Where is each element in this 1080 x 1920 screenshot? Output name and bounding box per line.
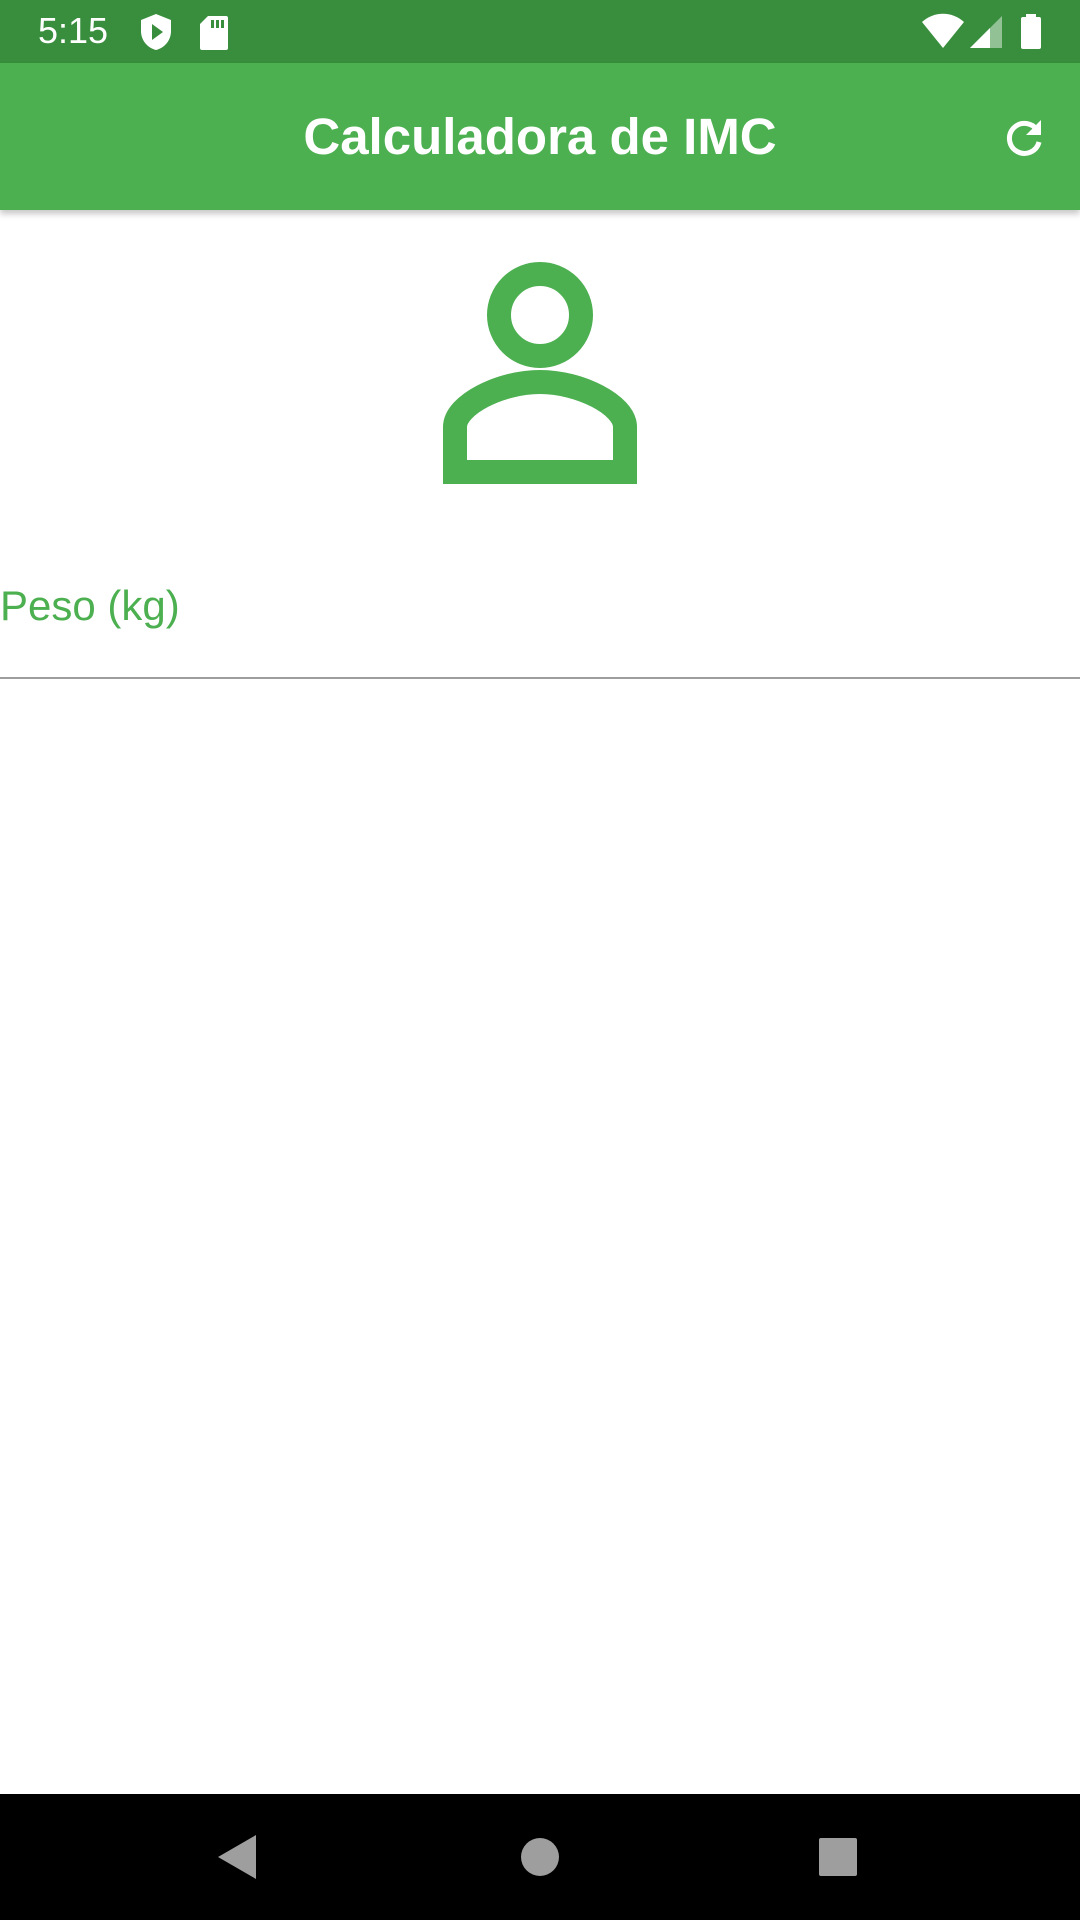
- status-time: 5:15: [38, 10, 109, 51]
- cell-signal-icon: [968, 12, 1004, 52]
- back-icon: [218, 1835, 256, 1879]
- wifi-icon: [920, 12, 966, 52]
- battery-icon: [1018, 12, 1044, 52]
- person-outline-icon: [420, 250, 660, 490]
- app-bar: Calculadora de IMC: [0, 63, 1080, 210]
- screen: 5:15 Calculadora de IMC Peso (kg): [0, 0, 1080, 1920]
- refresh-icon: [1006, 120, 1042, 156]
- refresh-button[interactable]: [990, 103, 1060, 173]
- weight-field[interactable]: Peso (kg): [0, 560, 1080, 680]
- home-icon: [521, 1838, 559, 1876]
- recents-button[interactable]: [808, 1827, 868, 1887]
- weight-underline: [0, 677, 1080, 679]
- nav-bar: [0, 1794, 1080, 1920]
- status-bar: 5:15: [0, 0, 1080, 63]
- recents-icon: [819, 1838, 857, 1876]
- back-button[interactable]: [208, 1827, 268, 1887]
- sd-card-icon: [198, 12, 234, 52]
- app-title: Calculadora de IMC: [303, 108, 777, 165]
- home-button[interactable]: [510, 1827, 570, 1887]
- weight-label: Peso (kg): [0, 582, 180, 629]
- shield-play-icon: [138, 12, 174, 52]
- weight-input[interactable]: [0, 630, 1080, 675]
